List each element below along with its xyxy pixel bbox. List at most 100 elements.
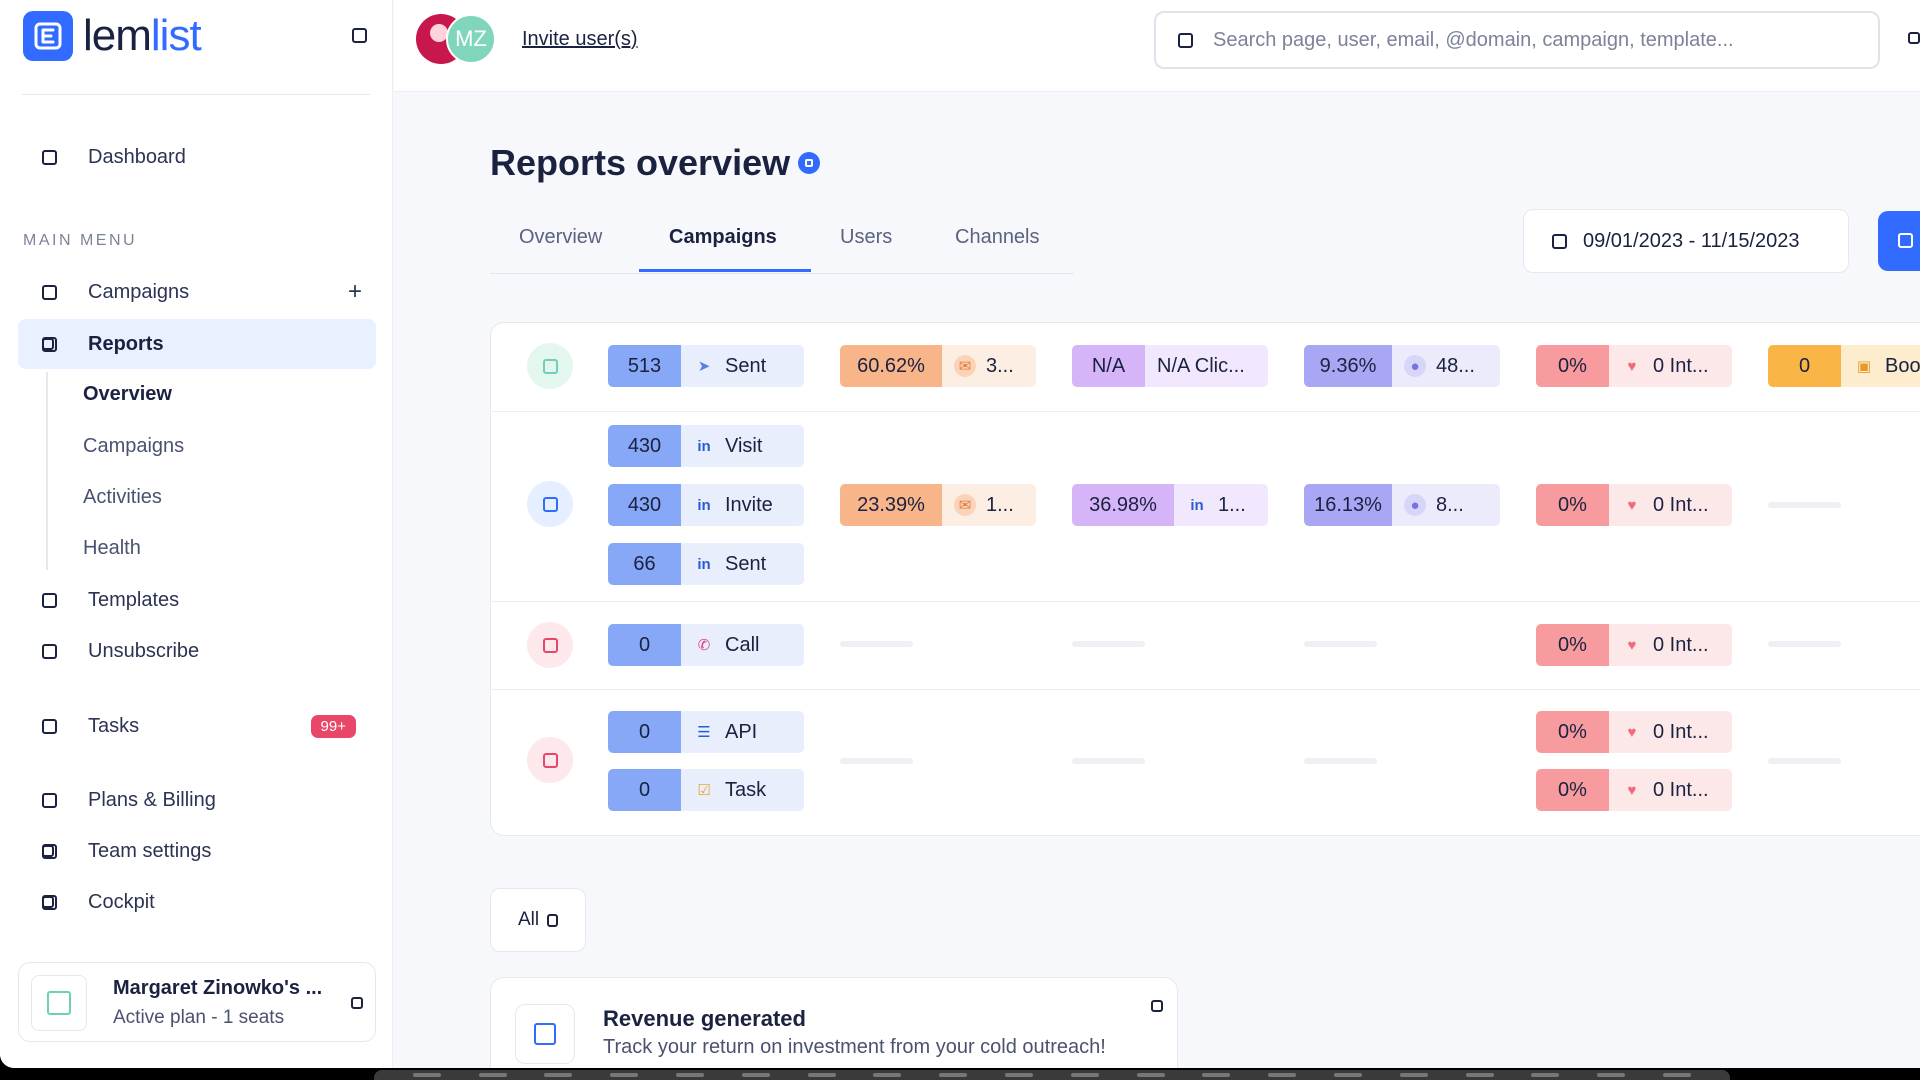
sidebar-subitem-overview[interactable]: Overview [83,383,172,406]
revenue-title: Revenue generated [603,1006,806,1031]
dock-app-icon[interactable] [1334,1073,1363,1077]
add-campaign-icon[interactable]: + [348,280,362,304]
sidebar-item-cockpit[interactable]: Cockpit [18,877,376,927]
metric-label: ✆ Call [681,624,804,666]
info-icon[interactable] [798,152,821,174]
linkedin-visit-metric[interactable]: 430 in Visit [608,425,804,467]
dock-app-icon[interactable] [1005,1073,1034,1077]
metric-label-text: Sent [725,552,767,575]
date-range-picker[interactable]: 09/01/2023 - 11/15/2023 [1523,209,1849,273]
sidebar-item-unsubscribe[interactable]: Unsubscribe [18,626,376,676]
chevron-icon[interactable] [42,896,54,908]
metric-label: in Invite [681,484,804,526]
metric-label-text: Visit [725,434,763,457]
search-input[interactable]: Search page, user, email, @domain, campa… [1213,29,1734,52]
dock-app-icon[interactable] [478,1073,507,1077]
metric-label: ♥ 0 Int... [1609,345,1732,387]
tab-campaigns[interactable]: Campaigns [669,226,777,249]
task-interested-metric[interactable]: 0% ♥ 0 Int... [1536,769,1732,811]
sidebar-subitem-activities[interactable]: Activities [83,486,162,509]
linkedin-sent-metric[interactable]: 66 in Sent [608,543,804,585]
empty-metric-placeholder [1072,758,1145,764]
notifications-icon[interactable] [1908,32,1920,44]
dock-app-icon[interactable] [1268,1073,1297,1077]
dock-app-icon[interactable] [1597,1073,1626,1077]
tab-overview[interactable]: Overview [519,226,602,249]
dock-app-icon[interactable] [1531,1073,1560,1077]
close-icon[interactable] [1151,1000,1163,1012]
email-opened-metric[interactable]: 60.62% ✉ 3... [840,345,1036,387]
dock-app-icon[interactable] [412,1073,441,1077]
linkedin-accepted-metric[interactable]: 36.98% in 1... [1072,484,1268,526]
export-button[interactable] [1878,211,1920,271]
metric-label: ● 48... [1392,345,1500,387]
sidebar-item-reports[interactable]: Reports [18,319,376,369]
revenue-subtitle: Track your return on investment from you… [603,1036,1106,1058]
dock-app-icon[interactable] [807,1073,836,1077]
metric-value: 0% [1536,484,1609,526]
user-avatars[interactable]: MZ [416,14,506,66]
dock-app-icon[interactable] [1070,1073,1099,1077]
task-metric[interactable]: 0 ☑ Task [608,769,804,811]
linkedin-icon: in [697,437,711,455]
dock-app-icon[interactable] [939,1073,968,1077]
metric-label: in Visit [681,425,804,467]
dock-app-icon[interactable] [1399,1073,1428,1077]
envelope-open-icon: ✉ [954,494,976,516]
campaigns-icon [42,284,57,300]
linkedin-interested-metric[interactable]: 0% ♥ 0 Int... [1536,484,1732,526]
empty-metric-placeholder [1304,758,1377,764]
dock-app-icon[interactable] [1465,1073,1494,1077]
linkedin-replied-metric[interactable]: 16.13% ● 8... [1304,484,1500,526]
api-interested-metric[interactable]: 0% ♥ 0 Int... [1536,711,1732,753]
revenue-generated-card[interactable]: Revenue generated Track your return on i… [490,977,1178,1068]
sidebar-subitem-health[interactable]: Health [83,537,141,560]
dock-app-icon[interactable] [610,1073,639,1077]
dock-app-icon[interactable] [544,1073,573,1077]
call-metric[interactable]: 0 ✆ Call [608,624,804,666]
sidebar-item-templates[interactable]: Templates [18,575,376,625]
linkedin-opened-metric[interactable]: 23.39% ✉ 1... [840,484,1036,526]
email-clicked-metric[interactable]: N/A N/A Clic... [1072,345,1268,387]
invite-users-link[interactable]: Invite user(s) [522,28,638,51]
chevron-updown-icon[interactable] [351,997,363,1009]
dock-app-icon[interactable] [1202,1073,1231,1077]
revenue-icon-box [515,1004,575,1064]
sidebar-item-tasks[interactable]: Tasks 99+ [18,701,376,751]
tab-channels[interactable]: Channels [955,226,1040,249]
chevron-icon[interactable] [42,845,54,857]
email-booked-metric[interactable]: 0 ▣ Boo [1768,345,1920,387]
dock-app-icon[interactable] [873,1073,902,1077]
email-sent-metric[interactable]: 513 ➤ Sent [608,345,804,387]
dock-app-icon[interactable] [1136,1073,1165,1077]
metric-label: ☰ API [681,711,804,753]
sidebar-item-team-settings[interactable]: Team settings [18,826,376,876]
empty-metric-placeholder [1768,502,1841,508]
call-interested-metric[interactable]: 0% ♥ 0 Int... [1536,624,1732,666]
sidebar-item-plans-billing[interactable]: Plans & Billing [18,775,376,825]
metric-value: 60.62% [840,345,942,387]
api-metric[interactable]: 0 ☰ API [608,711,804,753]
sidebar-item-dashboard[interactable]: Dashboard [18,132,376,182]
metric-label-text: N/A Clic... [1157,354,1245,377]
metric-label-text: 0 Int... [1653,778,1709,801]
dock-app-icon[interactable] [741,1073,770,1077]
heart-icon: ♥ [1627,636,1637,654]
account-switcher[interactable]: Margaret Zinowko's ... Active plan - 1 s… [18,962,376,1042]
metric-label: ♥ 0 Int... [1609,484,1732,526]
dock-app-icon[interactable] [676,1073,705,1077]
lemlist-logo[interactable]: lemlist [23,11,202,61]
filter-label: All [517,909,540,930]
filter-all-dropdown[interactable]: All [490,888,586,952]
dock-app-icon[interactable] [1663,1073,1692,1077]
sidebar-subitem-campaigns[interactable]: Campaigns [83,435,184,458]
tab-users[interactable]: Users [840,226,892,249]
linkedin-invite-metric[interactable]: 430 in Invite [608,484,804,526]
global-search[interactable]: Search page, user, email, @domain, campa… [1154,11,1880,69]
email-replied-metric[interactable]: 9.36% ● 48... [1304,345,1500,387]
sidebar-item-campaigns[interactable]: Campaigns + [18,267,376,317]
metric-value: 66 [608,543,681,585]
chevron-icon[interactable] [42,338,54,350]
email-interested-metric[interactable]: 0% ♥ 0 Int... [1536,345,1732,387]
collapse-sidebar-icon[interactable] [352,28,367,43]
